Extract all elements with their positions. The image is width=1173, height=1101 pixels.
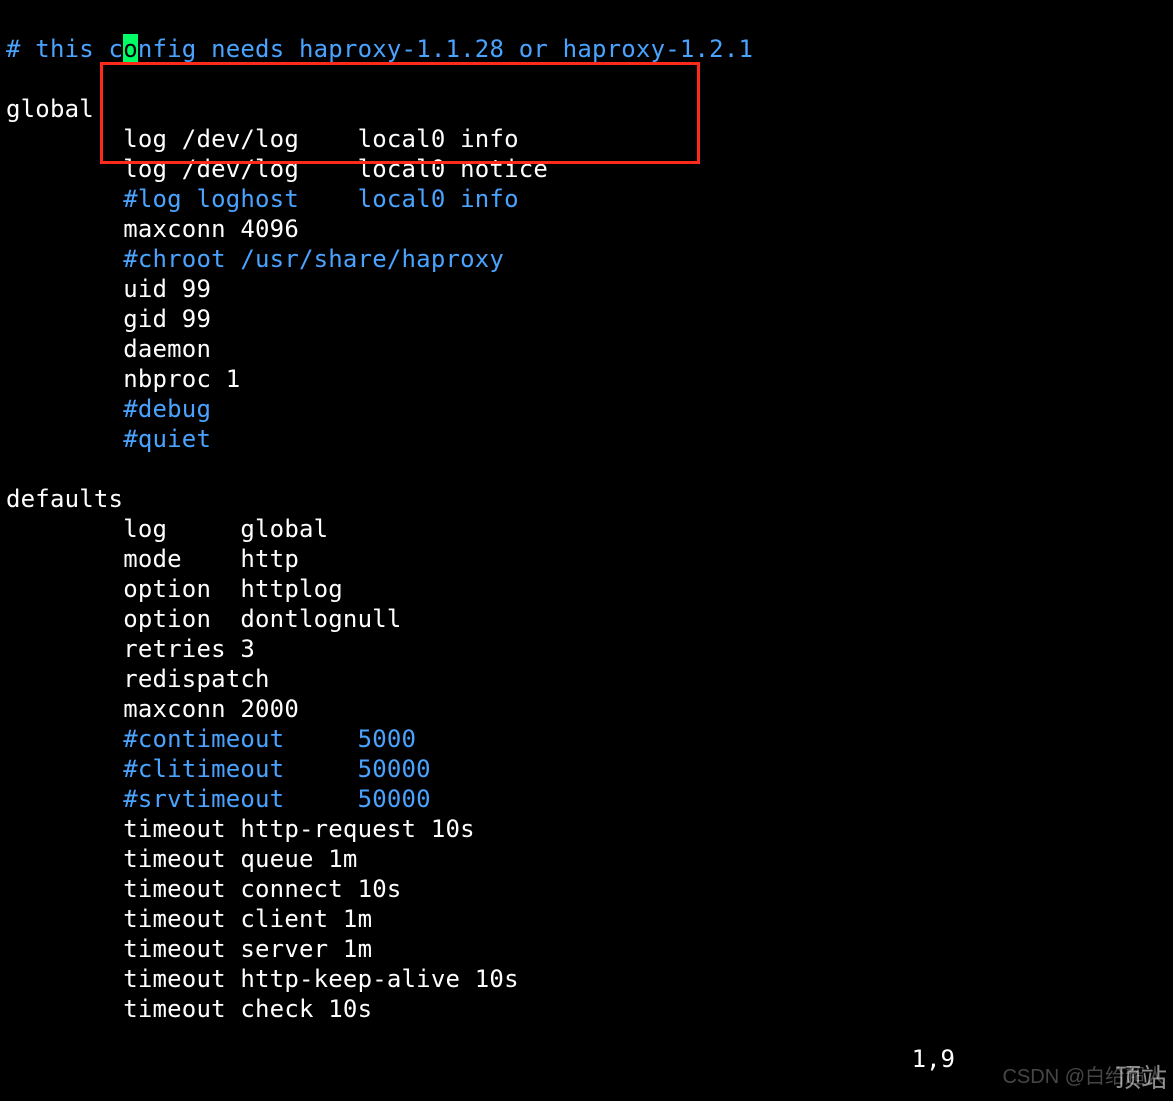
global-debug: #debug	[6, 395, 211, 423]
defaults-retries: retries 3	[6, 635, 255, 663]
defaults-timeout-connect: timeout connect 10s	[6, 875, 402, 903]
comment-prefix: # this c	[6, 35, 123, 63]
editor-cursor: o	[123, 34, 138, 64]
defaults-redispatch: redispatch	[6, 665, 270, 693]
defaults-timeout-http-request: timeout http-request 10s	[6, 815, 475, 843]
global-nbproc: nbproc 1	[6, 365, 240, 393]
corner-label: 顶站	[1115, 1058, 1167, 1095]
global-chroot: #chroot /usr/share/haproxy	[6, 245, 504, 273]
vim-status-position: 1,9	[912, 1045, 955, 1073]
global-log-1: log /dev/log local0 info	[6, 125, 519, 153]
defaults-clitimeout: #clitimeout 50000	[6, 755, 431, 783]
global-quiet: #quiet	[6, 425, 211, 453]
defaults-srvtimeout: #srvtimeout 50000	[6, 785, 431, 813]
defaults-timeout-keepalive: timeout http-keep-alive 10s	[6, 965, 519, 993]
defaults-timeout-queue: timeout queue 1m	[6, 845, 358, 873]
defaults-timeout-client: timeout client 1m	[6, 905, 372, 933]
defaults-mode: mode http	[6, 545, 299, 573]
comment-line: # this config needs haproxy-1.1.28 or ha…	[6, 35, 753, 63]
global-gid: gid 99	[6, 305, 211, 333]
defaults-timeout-server: timeout server 1m	[6, 935, 372, 963]
global-log-comment: #log loghost local0 info	[6, 185, 519, 213]
section-defaults: defaults	[6, 485, 123, 513]
terminal-editor[interactable]: # this config needs haproxy-1.1.28 or ha…	[0, 0, 1173, 1058]
defaults-option-httplog: option httplog	[6, 575, 343, 603]
global-uid: uid 99	[6, 275, 211, 303]
defaults-log: log global	[6, 515, 328, 543]
comment-suffix: nfig needs haproxy-1.1.28 or haproxy-1.2…	[138, 35, 753, 63]
global-maxconn: maxconn 4096	[6, 215, 299, 243]
section-global: global	[6, 95, 94, 123]
defaults-contimeout: #contimeout 5000	[6, 725, 416, 753]
global-log-2: log /dev/log local0 notice	[6, 155, 548, 183]
defaults-option-dontlognull: option dontlognull	[6, 605, 402, 633]
defaults-timeout-check: timeout check 10s	[6, 995, 372, 1023]
global-daemon: daemon	[6, 335, 211, 363]
defaults-maxconn: maxconn 2000	[6, 695, 299, 723]
